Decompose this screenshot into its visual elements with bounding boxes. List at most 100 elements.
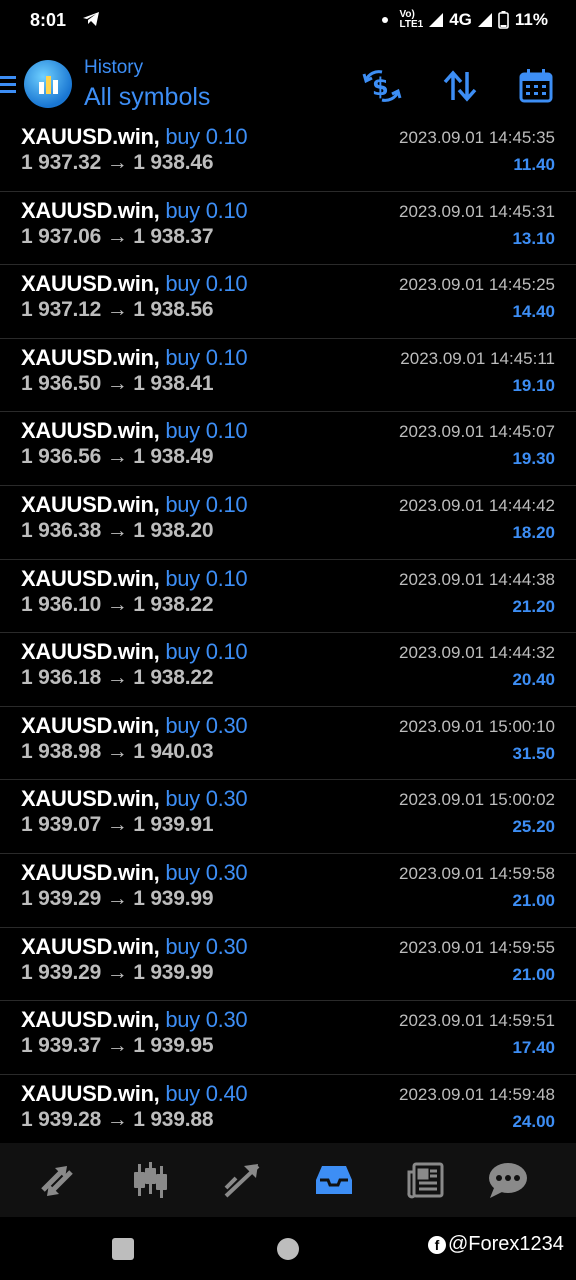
trade-side-volume: buy 0.10 [165,344,248,370]
trade-profit: 11.40 [513,155,555,174]
trade-row[interactable]: XAUUSD.win, buy 0.10 1 936.10 → 1 938.22… [0,560,576,634]
trade-side-volume: buy 0.10 [165,418,248,444]
trade-profit: 19.30 [512,449,555,469]
trade-profit: 14.40 [512,302,555,322]
trade-time: 2023.09.01 14:45:25 [399,275,555,295]
trade-history-list[interactable]: XAUUSD.win, buy 0.10 1 937.32 → 1 938.46… [0,118,576,1148]
trade-row[interactable]: XAUUSD.win, buy 0.30 1 939.29 → 1 939.99… [0,928,576,1002]
trade-row[interactable]: XAUUSD.win, buy 0.10 1 937.32 → 1 938.46… [0,118,576,192]
trade-row[interactable]: XAUUSD.win, buy 0.30 1 939.37 → 1 939.95… [0,1001,576,1075]
trade-profit: 13.10 [512,228,555,248]
calendar-icon[interactable] [516,66,556,106]
trade-profit: 25.20 [512,817,555,837]
trade-symbol: XAUUSD.win, [21,271,160,297]
network-type: 4G [449,10,472,29]
trade-side-volume: buy 0.10 [165,639,248,665]
trade-time: 2023.09.01 14:44:32 [399,643,555,663]
trade-row[interactable]: XAUUSD.win, buy 0.10 1 937.12 → 1 938.56… [0,265,576,339]
status-time: 8:01 [30,10,67,30]
quotes-icon[interactable] [34,1157,80,1203]
signal-icon [429,13,444,27]
trade-symbol-line: XAUUSD.win, buy 0.10 [21,418,248,444]
trade-side-volume: buy 0.30 [165,1007,248,1033]
app-logo[interactable] [24,60,72,108]
trade-symbol-line: XAUUSD.win, buy 0.30 [21,712,248,739]
trade-symbol-line: XAUUSD.win, buy 0.10 [21,124,248,150]
trade-time: 2023.09.01 14:59:51 [399,1011,555,1031]
trade-row[interactable]: XAUUSD.win, buy 0.10 1 937.06 → 1 938.37… [0,192,576,266]
trade-side-volume: buy 0.10 [165,197,248,223]
bottom-navigation [0,1143,576,1217]
trade-symbol: XAUUSD.win, [21,344,160,370]
trade-row[interactable]: XAUUSD.win, buy 0.30 1 938.98 → 1 940.03… [0,707,576,781]
trade-row[interactable]: XAUUSD.win, buy 0.10 1 936.50 → 1 938.41… [0,339,576,413]
trade-time: 2023.09.01 15:00:10 [399,716,555,736]
status-indicators: Vo) LTE1 4G 11% [381,9,548,30]
trade-symbol-line: XAUUSD.win, buy 0.10 [21,271,248,297]
trade-time: 2023.09.01 14:45:31 [399,201,555,221]
trade-symbol: XAUUSD.win, [21,418,160,444]
trade-profit: 21.00 [512,964,555,984]
system-navigation: f @Forex1234 [0,1217,576,1280]
news-icon[interactable] [403,1157,449,1203]
trade-profit: 20.40 [512,670,555,690]
status-bar: 8:01 Vo) LTE1 4G 11% [0,0,576,44]
trade-prices: 1 936.56 → 1 938.49 [21,445,214,469]
home-button[interactable] [277,1238,299,1260]
messages-icon[interactable] [485,1157,531,1203]
trade-side-volume: buy 0.30 [165,786,248,812]
trade-prices: 1 939.29 → 1 939.99 [21,886,214,910]
sort-icon[interactable] [440,66,480,106]
trade-row[interactable]: XAUUSD.win, buy 0.10 1 936.38 → 1 938.20… [0,486,576,560]
chart-icon[interactable] [127,1157,173,1203]
volte-icon: Vo) LTE1 [399,9,424,30]
trade-icon[interactable] [219,1157,265,1203]
trade-symbol: XAUUSD.win, [21,786,160,812]
battery-percent: 11% [514,10,548,29]
currency-exchange-icon[interactable]: $ [362,66,402,106]
trade-side-volume: buy 0.30 [165,933,248,959]
app-header: History All symbols $ [0,52,576,118]
trade-prices: 1 937.32 → 1 938.46 [21,151,214,174]
trade-symbol-line: XAUUSD.win, buy 0.30 [21,933,248,960]
trade-symbol-line: XAUUSD.win, buy 0.10 [21,197,248,224]
trade-prices: 1 936.50 → 1 938.41 [21,371,214,395]
trade-time: 2023.09.01 15:00:02 [399,790,555,810]
menu-icon[interactable] [0,74,16,99]
trade-prices: 1 936.38 → 1 938.20 [21,518,214,542]
trade-prices: 1 939.07 → 1 939.91 [21,813,214,837]
battery-icon [498,11,509,29]
trade-prices: 1 938.98 → 1 940.03 [21,739,214,763]
trade-symbol-line: XAUUSD.win, buy 0.30 [21,786,248,812]
signal-2-icon [477,13,492,27]
facebook-icon: f [428,1235,446,1254]
trade-time: 2023.09.01 14:59:55 [399,937,555,957]
trade-time: 2023.09.01 14:45:07 [399,422,555,442]
trade-side-volume: buy 0.10 [165,491,248,517]
trade-row[interactable]: XAUUSD.win, buy 0.40 1 939.28 → 1 939.88… [0,1075,576,1149]
trade-side-volume: buy 0.30 [165,712,248,738]
trade-symbol-line: XAUUSD.win, buy 0.10 [21,639,248,665]
recents-button[interactable] [112,1238,134,1260]
trade-symbol: XAUUSD.win, [21,565,160,591]
history-icon[interactable] [311,1157,357,1203]
trade-prices: 1 936.18 → 1 938.22 [21,666,214,690]
trade-symbol: XAUUSD.win, [21,1007,160,1033]
trade-side-volume: buy 0.10 [165,124,248,149]
trade-side-volume: buy 0.40 [165,1080,248,1106]
trade-row[interactable]: XAUUSD.win, buy 0.30 1 939.07 → 1 939.91… [0,780,576,854]
trade-row[interactable]: XAUUSD.win, buy 0.10 1 936.18 → 1 938.22… [0,633,576,707]
trade-row[interactable]: XAUUSD.win, buy 0.10 1 936.56 → 1 938.49… [0,412,576,486]
notification-dot-icon [381,17,388,23]
trade-prices: 1 939.37 → 1 939.95 [21,1034,214,1058]
trade-profit: 31.50 [512,743,555,763]
trade-symbol-line: XAUUSD.win, buy 0.10 [21,344,248,371]
header-title[interactable]: All symbols [84,83,210,112]
trade-row[interactable]: XAUUSD.win, buy 0.30 1 939.29 → 1 939.99… [0,854,576,928]
trade-time: 2023.09.01 14:45:11 [400,348,555,368]
trade-prices: 1 936.10 → 1 938.22 [21,592,214,616]
header-subtitle: History [84,57,144,78]
trade-profit: 21.20 [512,596,555,616]
watermark: f @Forex1234 [428,1233,564,1256]
trade-prices: 1 939.29 → 1 939.99 [21,960,214,984]
